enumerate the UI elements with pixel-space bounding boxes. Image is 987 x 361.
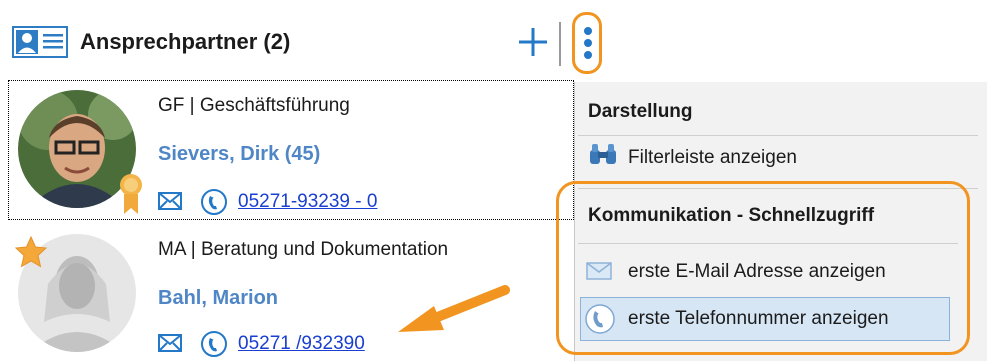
binoculars-icon xyxy=(590,144,616,164)
email-icon[interactable] xyxy=(158,334,182,352)
menu-item-filter[interactable]: Filterleiste anzeigen xyxy=(628,146,797,170)
contact-role: GF | Geschäftsführung xyxy=(158,95,350,116)
contact-card-icon xyxy=(12,26,68,58)
contact-name[interactable]: Bahl, Marion xyxy=(158,286,278,310)
contact-role: MA | Beratung und Dokumentation xyxy=(158,239,449,260)
ribbon-icon xyxy=(120,174,142,214)
phone-icon[interactable] xyxy=(200,188,228,216)
email-icon[interactable] xyxy=(158,192,182,210)
kebab-icon xyxy=(584,27,592,35)
header-divider xyxy=(559,22,561,66)
more-options-button[interactable] xyxy=(572,12,602,74)
menu-section-header: Darstellung xyxy=(588,101,693,122)
phone-icon[interactable] xyxy=(200,330,228,358)
contact-name[interactable]: Sievers, Dirk (45) xyxy=(158,142,320,166)
section-title: Ansprechpartner (2) xyxy=(80,29,291,54)
arrow-annotation xyxy=(398,285,510,332)
highlight-annotation xyxy=(556,181,970,355)
menu-separator xyxy=(578,135,978,136)
star-icon xyxy=(14,236,48,268)
phone-link[interactable]: 05271-93239 - 0 xyxy=(238,190,377,214)
phone-link[interactable]: 05271 /932390 xyxy=(238,332,365,356)
plus-icon[interactable] xyxy=(515,24,551,60)
